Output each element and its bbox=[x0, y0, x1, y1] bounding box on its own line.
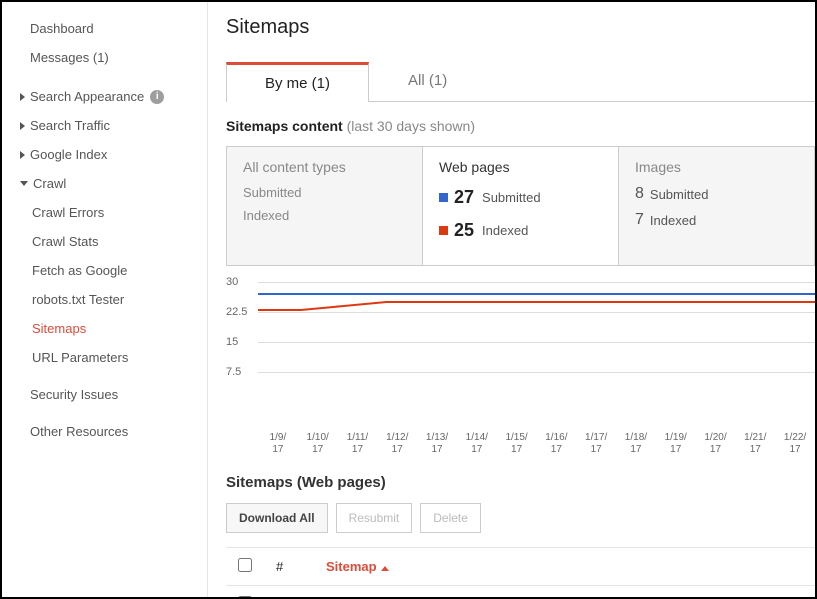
table-row: 1 /sitemap_index.xml bbox=[226, 586, 815, 598]
caret-right-icon bbox=[20, 93, 25, 101]
info-icon: i bbox=[150, 90, 164, 104]
card-images[interactable]: Images 8Submitted 7Indexed bbox=[619, 147, 814, 265]
sitemaps-table: # Sitemap 1 /sitemap_index.xml bbox=[226, 547, 815, 597]
sitemaps-content-label: Sitemaps content (last 30 days shown) bbox=[226, 118, 815, 134]
sidebar-item-google-index[interactable]: Google Index bbox=[2, 140, 207, 169]
caret-right-icon bbox=[20, 122, 25, 130]
resubmit-button[interactable]: Resubmit bbox=[336, 503, 413, 533]
tab-all[interactable]: All (1) bbox=[369, 61, 486, 101]
card-web-pages[interactable]: Web pages 27Submitted 25Indexed bbox=[422, 147, 619, 265]
sidebar-item-crawl-stats[interactable]: Crawl Stats bbox=[2, 227, 207, 256]
sidebar-item-crawl[interactable]: Crawl bbox=[2, 169, 207, 198]
legend-swatch-red bbox=[439, 226, 448, 235]
download-all-button[interactable]: Download All bbox=[226, 503, 328, 533]
tabs: By me (1) All (1) bbox=[226, 61, 815, 102]
sidebar-item-robots-tester[interactable]: robots.txt Tester bbox=[2, 285, 207, 314]
sidebar-item-security[interactable]: Security Issues bbox=[2, 380, 207, 409]
sitemaps-table-title: Sitemaps (Web pages) bbox=[226, 474, 815, 491]
content-cards: All content types Submitted Indexed Web … bbox=[226, 146, 815, 266]
page-title: Sitemaps bbox=[226, 16, 815, 39]
col-number[interactable]: # bbox=[264, 548, 314, 586]
sidebar-item-search-traffic[interactable]: Search Traffic bbox=[2, 111, 207, 140]
sidebar-item-messages[interactable]: Messages (1) bbox=[2, 43, 207, 72]
sidebar-item-dashboard[interactable]: Dashboard bbox=[2, 14, 207, 43]
sort-asc-icon bbox=[381, 566, 389, 571]
delete-button[interactable]: Delete bbox=[420, 503, 481, 533]
sidebar-item-search-appearance[interactable]: Search Appearancei bbox=[2, 82, 207, 111]
tab-by-me[interactable]: By me (1) bbox=[226, 62, 369, 102]
row-number: 1 bbox=[264, 586, 314, 598]
sidebar: Dashboard Messages (1) Search Appearance… bbox=[2, 2, 208, 597]
sidebar-item-crawl-errors[interactable]: Crawl Errors bbox=[2, 198, 207, 227]
sitemaps-chart: 7.51522.530 bbox=[226, 282, 815, 422]
legend-swatch-blue bbox=[439, 193, 448, 202]
sidebar-item-other-resources[interactable]: Other Resources bbox=[2, 417, 207, 446]
select-all-checkbox[interactable] bbox=[238, 558, 252, 572]
table-actions: Download All Resubmit Delete bbox=[226, 503, 815, 533]
col-sitemap[interactable]: Sitemap bbox=[314, 548, 815, 586]
sidebar-item-fetch-as-google[interactable]: Fetch as Google bbox=[2, 256, 207, 285]
main-content: Sitemaps By me (1) All (1) Sitemaps cont… bbox=[208, 2, 815, 597]
sidebar-item-url-parameters[interactable]: URL Parameters bbox=[2, 343, 207, 372]
sidebar-item-sitemaps[interactable]: Sitemaps bbox=[2, 314, 207, 343]
chart-x-axis: 1/9/171/10/171/11/171/12/171/13/171/14/1… bbox=[258, 432, 815, 456]
row-checkbox[interactable] bbox=[238, 596, 252, 597]
caret-down-icon bbox=[20, 181, 28, 186]
card-all-types[interactable]: All content types Submitted Indexed bbox=[227, 147, 422, 265]
caret-right-icon bbox=[20, 151, 25, 159]
